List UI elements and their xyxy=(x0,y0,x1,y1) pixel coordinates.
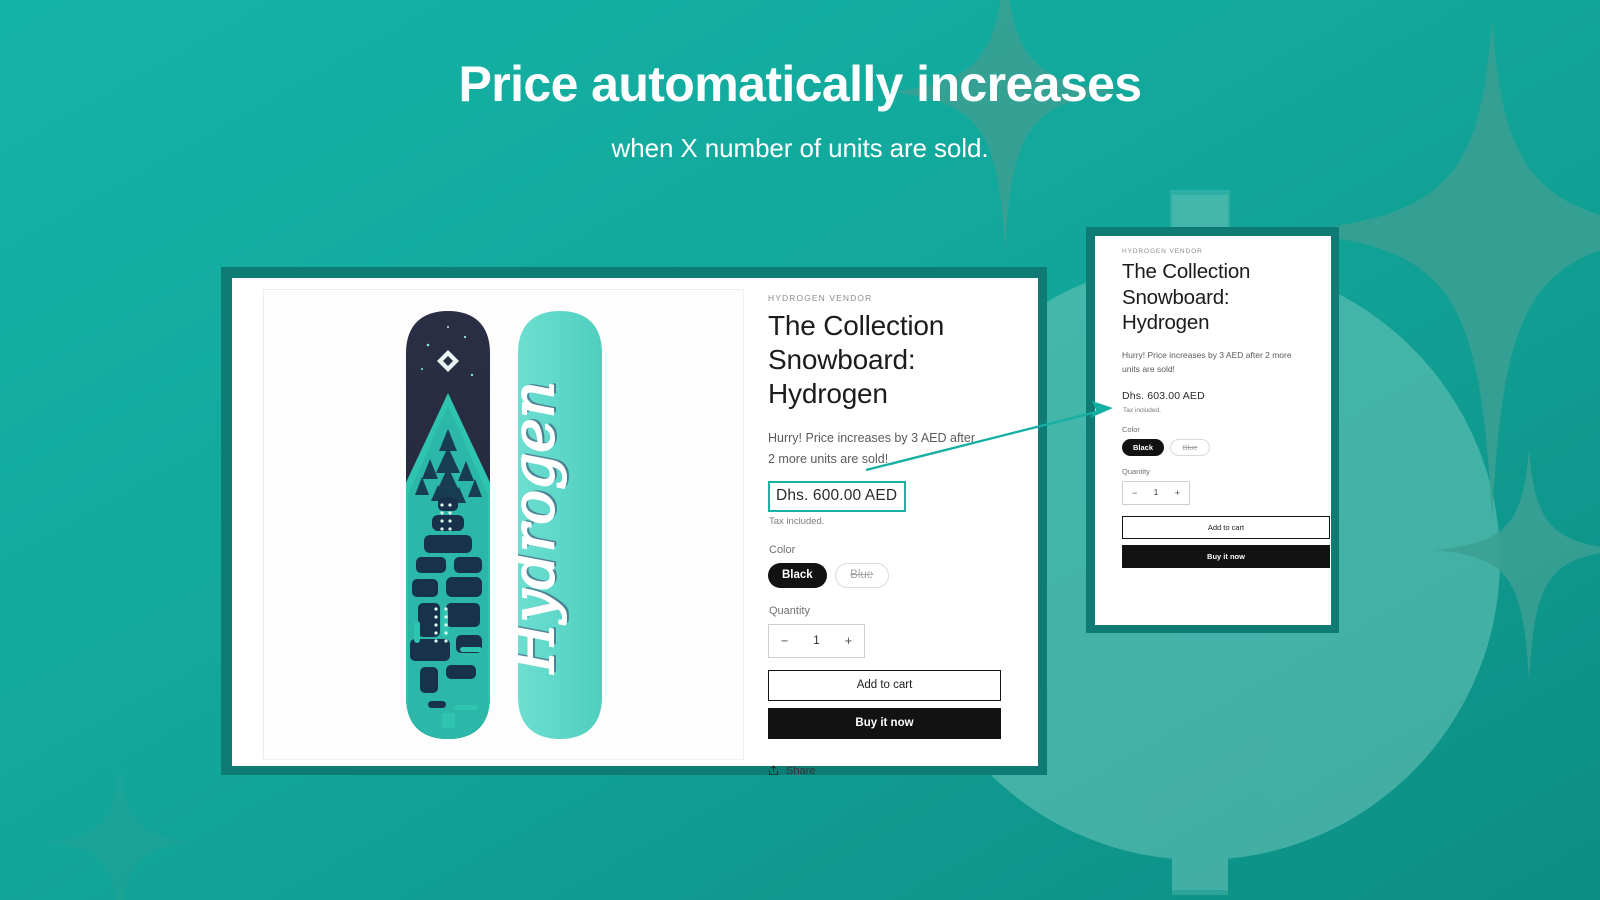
product-vendor: HYDROGEN VENDOR xyxy=(768,293,873,303)
price-highlight-box: Dhs. 600.00 AED xyxy=(768,480,907,512)
promo-banner: Price automatically increases when X num… xyxy=(0,0,1600,900)
inset-quantity-stepper[interactable]: − 1 + xyxy=(1122,480,1190,505)
inset-color-option-black[interactable]: Black xyxy=(1122,438,1165,456)
share-icon xyxy=(769,765,778,776)
inset-quantity-value[interactable]: 1 xyxy=(1154,488,1158,497)
quantity-increase-button[interactable]: + xyxy=(845,634,852,648)
inset-product-vendor: HYDROGEN VENDOR xyxy=(1122,248,1203,255)
quantity-label: Quantity xyxy=(769,604,810,617)
sparkle-icon-3 xyxy=(1434,448,1600,680)
page-subtitle: when X number of units are sold. xyxy=(611,133,989,163)
inset-quantity-increase-button[interactable]: + xyxy=(1175,488,1180,498)
quantity-stepper[interactable]: − 1 + xyxy=(768,623,865,658)
inset-add-to-cart-button[interactable]: Add to cart xyxy=(1122,515,1330,539)
product-price: Dhs. 600.00 AED xyxy=(776,486,898,504)
color-option-black[interactable]: Black xyxy=(768,562,827,588)
product-title: The Collection Snowboard: Hydrogen xyxy=(768,310,945,410)
product-info-panel: HYDROGEN VENDOR The Collection Snowboard… xyxy=(744,278,1038,777)
tax-note: Tax included. xyxy=(769,515,825,527)
inset-tax-note: Tax included. xyxy=(1123,406,1161,414)
inset-product-card: HYDROGEN VENDOR The Collection Snowboard… xyxy=(1086,227,1339,633)
quantity-value[interactable]: 1 xyxy=(813,635,819,647)
color-options: Black Blue xyxy=(768,562,1008,588)
svg-text:Hydrogen: Hydrogen xyxy=(514,381,567,674)
inset-quantity-decrease-button[interactable]: − xyxy=(1132,488,1137,498)
inset-product-price: Dhs. 603.00 AED xyxy=(1122,389,1205,402)
buy-it-now-button[interactable]: Buy it now xyxy=(768,707,1001,739)
inset-product-title: The Collection Snowboard: Hydrogen xyxy=(1122,260,1251,335)
inset-urgency-message: Hurry! Price increases by 3 AED after 2 … xyxy=(1122,349,1292,375)
inset-price-row: Dhs. 603.00 AED xyxy=(1122,386,1311,404)
inset-quantity-label: Quantity xyxy=(1122,466,1150,476)
share-link[interactable]: Share xyxy=(768,765,1008,777)
page-title: Price automatically increases xyxy=(458,56,1143,112)
inset-color-option-blue[interactable]: Blue xyxy=(1170,438,1211,456)
hero-text-block: Price automatically increases when X num… xyxy=(0,58,1600,164)
inset-buy-it-now-button[interactable]: Buy it now xyxy=(1122,544,1330,568)
share-label: Share xyxy=(786,764,816,777)
urgency-message: Hurry! Price increases by 3 AED after 2 … xyxy=(768,431,976,467)
sparkle-icon-4 xyxy=(44,760,196,900)
add-to-cart-button[interactable]: Add to cart xyxy=(768,669,1001,701)
color-option-blue[interactable]: Blue xyxy=(834,562,889,588)
main-product-card: Hydrogen Hydrogen HYDROGEN VENDOR The Co… xyxy=(221,267,1047,777)
snowboard-dark-image xyxy=(405,310,490,739)
quantity-decrease-button[interactable]: − xyxy=(781,634,788,648)
product-gallery[interactable]: Hydrogen Hydrogen xyxy=(263,289,744,760)
color-label: Color xyxy=(769,543,796,556)
snowboard-mint-image: Hydrogen Hydrogen xyxy=(514,310,602,739)
inset-color-label: Color xyxy=(1122,424,1140,434)
inset-color-options: Black Blue xyxy=(1122,438,1311,456)
